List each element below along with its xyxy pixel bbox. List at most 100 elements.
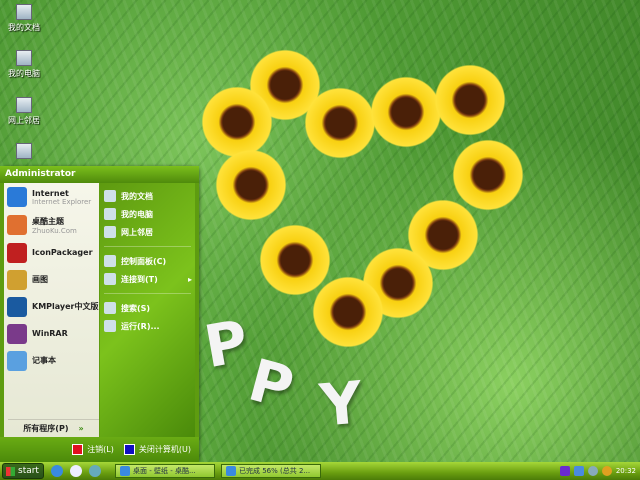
arrow-right-icon: » [78,424,84,433]
connect-icon [104,273,116,285]
desktop-icon-my-documents[interactable]: 我的文档 [4,4,44,33]
place-label: 控制面板(C) [121,256,167,266]
program-item[interactable]: WinRAR [4,320,99,347]
logoff-button[interactable]: 注销(L) [72,444,114,455]
network-icon [104,226,116,238]
place-label: 网上邻居 [121,227,153,237]
quicklaunch-desktop-icon[interactable] [89,465,101,477]
system-tray: 20:32 [559,466,640,476]
program-text: IconPackager [32,248,93,257]
place-item[interactable]: 网上邻居 [100,223,195,241]
place-label: 连接到(T) [121,274,158,284]
program-subtitle: ZhuoKu.Com [32,226,77,235]
program-title: KMPlayer中文版 [32,302,99,311]
ie-icon [120,466,130,476]
user-name: Administrator [0,166,199,183]
logoff-label: 注销(L) [87,445,114,454]
tray-app-icon[interactable] [559,466,570,476]
icon-label: 网上邻居 [8,116,40,125]
program-text: 桌酷主题 ZhuoKu.Com [32,216,77,235]
program-text: WinRAR [32,329,68,338]
program-subtitle: Internet Explorer [32,197,92,206]
program-title: WinRAR [32,329,68,338]
desktop-icon-recycle-bin[interactable] [4,143,44,161]
my-documents-icon [104,190,116,202]
program-text: KMPlayer中文版 [32,301,99,312]
taskbar: start 桌面 - 壁纸 - 桌酷... 已完成 56% (总共 2... 2… [0,462,640,480]
program-item[interactable]: KMPlayer中文版 [4,293,99,320]
program-item[interactable]: 画图 [4,266,99,293]
start-label: start [18,466,39,476]
kmplayer-icon [7,296,27,317]
qq-tray-icon[interactable] [601,466,612,476]
start-button[interactable]: start [2,463,44,479]
my-computer-icon [16,50,32,66]
place-item[interactable]: 运行(R)... [100,317,195,335]
program-item[interactable]: Internet Internet Explorer [4,183,99,211]
zhuoku-icon [7,215,27,235]
submenu-arrow-icon: ▸ [187,274,192,284]
program-title: 桌酷主题 [32,216,64,226]
program-title: 画图 [32,275,48,284]
icon-label: 我的文档 [8,23,40,32]
volume-tray-icon[interactable] [587,466,598,476]
control-panel-icon [104,255,116,267]
start-menu: Administrator Internet Internet Explorer 桌… [0,166,199,462]
pinned-programs: Internet Internet Explorer 桌酷主题 ZhuoKu.Com I… [4,183,99,437]
task-label: 桌面 - 壁纸 - 桌酷... [133,467,196,475]
recycle-bin-icon [16,143,32,159]
task-label: 已完成 56% (总共 2... [239,467,311,475]
program-item[interactable]: 记事本 [4,347,99,374]
separator [104,246,191,247]
place-item[interactable]: 控制面板(C) [100,252,195,270]
separator [104,293,191,294]
place-item[interactable]: 我的电脑 [100,205,195,223]
menu-footer: 注销(L) 关闭计算机(U) [0,437,199,462]
program-text: 记事本 [32,355,56,366]
program-text: Internet Internet Explorer [32,189,91,206]
program-item[interactable]: IconPackager [4,239,99,266]
place-label: 运行(R)... [121,321,160,331]
place-item[interactable]: 我的文档 [100,187,195,205]
my-computer-icon [104,208,116,220]
program-item[interactable]: 桌酷主题 ZhuoKu.Com [4,211,99,239]
program-title: IconPackager [32,248,93,257]
program-text: 画图 [32,274,48,285]
clock[interactable]: 20:32 [616,467,636,475]
wallpaper-letter: Y [317,368,365,440]
my-documents-icon [16,4,32,20]
network-icon [16,97,32,113]
program-title: 记事本 [32,356,56,365]
all-programs-label: 所有程序(P) [23,424,69,433]
iconpackager-icon [7,242,27,263]
icon-label: 我的电脑 [8,69,40,78]
place-label: 搜索(S) [121,303,151,313]
place-item[interactable]: 搜索(S) [100,299,195,317]
winrar-icon [7,323,27,344]
search-icon [104,302,116,314]
shutdown-button[interactable]: 关闭计算机(U) [123,444,191,455]
all-programs-button[interactable]: 所有程序(P) » [8,419,99,437]
logoff-icon [72,444,84,455]
program-title: Internet [32,188,69,198]
quicklaunch-media-icon[interactable] [70,465,82,477]
run-icon [104,320,116,332]
place-label: 我的电脑 [121,209,153,219]
shutdown-icon [123,444,135,455]
notepad-icon [7,350,27,371]
ie-icon [226,466,236,476]
place-label: 我的文档 [121,191,153,201]
task-button-download[interactable]: 已完成 56% (总共 2... [221,464,321,478]
task-button-desktop[interactable]: 桌面 - 壁纸 - 桌酷... [115,464,215,478]
network-tray-icon[interactable] [573,466,584,476]
desktop-icon-network[interactable]: 网上邻居 [4,97,44,126]
desktop-icon-my-computer[interactable]: 我的电脑 [4,50,44,79]
shutdown-label: 关闭计算机(U) [138,445,191,454]
internet-explorer-icon [7,187,27,207]
quicklaunch-ie-icon[interactable] [51,465,63,477]
place-item[interactable]: 连接到(T) ▸ [100,270,195,288]
sunflower [298,262,398,362]
paint-icon [7,269,27,290]
places-panel: 我的文档我的电脑网上邻居控制面板(C) 连接到(T) ▸ 搜索(S) 运行(R)... [100,183,195,437]
windows-logo-icon [6,466,15,476]
